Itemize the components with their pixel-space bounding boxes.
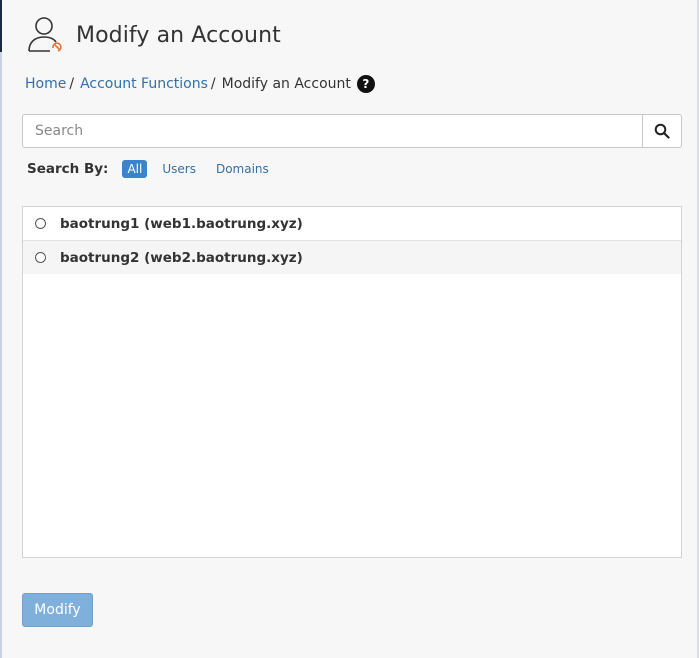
account-row[interactable]: baotrung2 (web2.baotrung.xyz) xyxy=(23,241,681,274)
breadcrumb-home[interactable]: Home xyxy=(25,76,66,92)
left-edge-bar xyxy=(0,0,2,52)
account-label: baotrung2 (web2.baotrung.xyz) xyxy=(60,249,303,266)
search-by-label: Search By: xyxy=(27,161,109,177)
account-list: baotrung1 (web1.baotrung.xyz) baotrung2 … xyxy=(22,206,682,558)
breadcrumb: Home / Account Functions / Modify an Acc… xyxy=(25,75,375,93)
account-label: baotrung1 (web1.baotrung.xyz) xyxy=(60,215,303,232)
search-icon xyxy=(654,123,670,139)
left-edge-bar-lower xyxy=(0,52,2,658)
search-bar xyxy=(22,114,682,148)
user-edit-icon xyxy=(28,17,62,52)
page-title: Modify an Account xyxy=(76,22,281,48)
account-radio[interactable] xyxy=(35,252,46,263)
breadcrumb-account-functions[interactable]: Account Functions xyxy=(80,76,208,92)
filter-all[interactable]: All xyxy=(122,160,148,178)
breadcrumb-current: Modify an Account xyxy=(221,76,351,92)
filter-users[interactable]: Users xyxy=(157,160,201,178)
account-row[interactable]: baotrung1 (web1.baotrung.xyz) xyxy=(23,207,681,241)
modify-button[interactable]: Modify xyxy=(22,593,93,627)
breadcrumb-separator: / xyxy=(69,76,75,92)
search-input[interactable] xyxy=(22,114,642,148)
search-by-filters: Search By: All Users Domains xyxy=(27,160,284,178)
breadcrumb-separator: / xyxy=(210,76,216,92)
question-circle-icon[interactable]: ? xyxy=(356,75,375,93)
filter-domains[interactable]: Domains xyxy=(211,160,274,178)
search-button[interactable] xyxy=(642,114,682,148)
account-radio[interactable] xyxy=(35,218,46,229)
page-header: Modify an Account xyxy=(24,14,281,56)
